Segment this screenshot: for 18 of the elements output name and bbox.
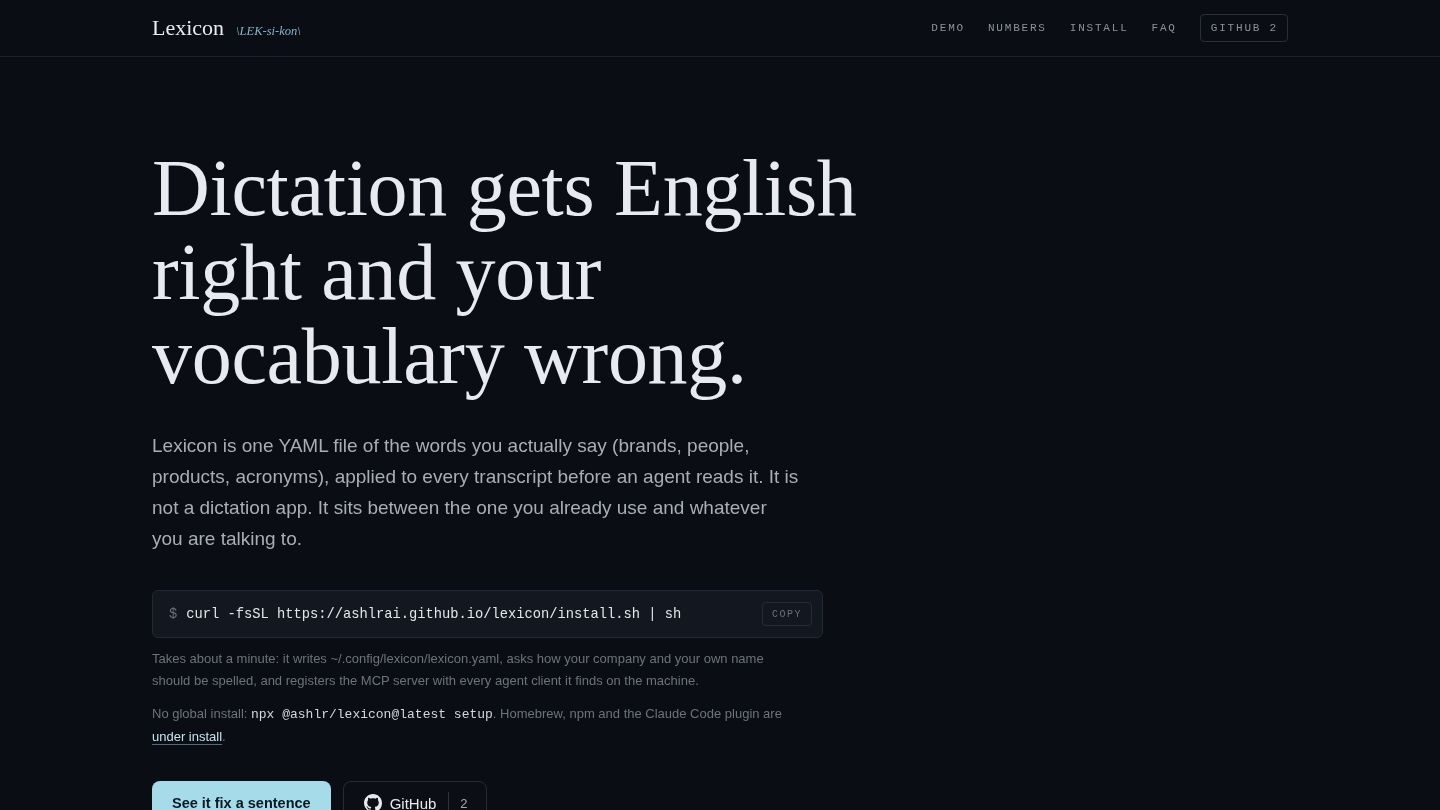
copy-button[interactable]: COPY [762, 602, 812, 626]
site-logo[interactable]: Lexicon [152, 15, 225, 41]
github-button[interactable]: GitHub 2 [342, 781, 487, 810]
headline: Dictation gets English right and your vocabulary wrong. [152, 146, 858, 398]
nav-link[interactable]: FAQ [1151, 22, 1177, 34]
pronunciation: \LEK-si-kon\ [236, 24, 301, 39]
nav-link[interactable]: NUMBERS [987, 22, 1047, 34]
install-command: curl -fsSL https://ashlrai.github.io/lexicon/install.sh | sh [186, 606, 683, 622]
intro-paragraph: Lexicon is one YAML file of the words you actually say (brands, people, products, acronyms), applied to every transcript before an agent reads it. It is not a dictation app. It sits between the one you already use and whatever you are talking to. [152, 434, 800, 551]
prompt-symbol: $ [169, 606, 178, 622]
github-icon [363, 794, 382, 810]
star-count: 2 [460, 795, 468, 810]
nav-button[interactable]: GITHUB 2 [1199, 14, 1288, 42]
nav-link[interactable]: INSTALL [1069, 22, 1129, 34]
nav-link[interactable]: DEMO [931, 22, 965, 34]
demo-button[interactable]: See it fix a sentence [152, 781, 331, 810]
alternative-install-note: No global install: npx @ashlr/lexicon@latest setup. Homebrew, npm and the Claude Code plugin are under install. [152, 705, 783, 746]
install-note: Takes about a minute: it writes ~/.config/lexicon/lexicon.yaml, asks how your company and your own name should be spelled, and registers the MCP server with every agent client it finds on the machine. [152, 650, 765, 690]
